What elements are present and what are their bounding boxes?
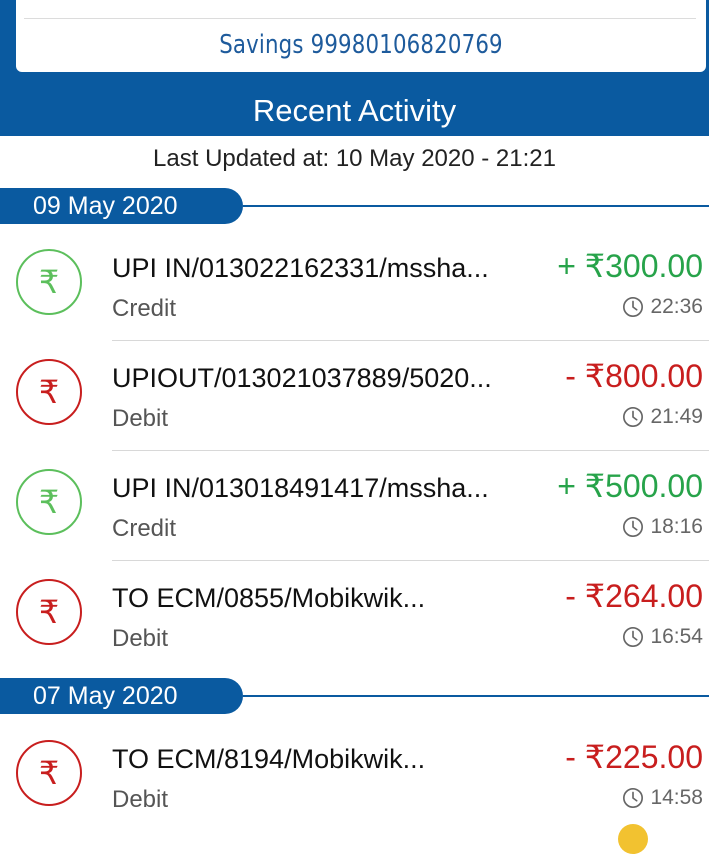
transaction-amount: - ₹225.00 <box>565 739 703 775</box>
transaction-amount: + ₹300.00 <box>557 248 703 284</box>
page-title: Recent Activity <box>252 93 457 128</box>
transaction-description: UPI IN/013018491417/mssha... <box>112 473 489 503</box>
transaction-amount: + ₹500.00 <box>557 468 703 504</box>
last-updated-text: Last Updated at: 10 May 2020 - 21:21 <box>153 145 556 172</box>
rupee-icon: ₹ <box>16 469 82 535</box>
coin-icon[interactable] <box>618 824 648 854</box>
transaction-amount: - ₹264.00 <box>565 578 703 614</box>
time-text: 18:16 <box>650 515 703 538</box>
date-label: 07 May 2020 <box>0 678 243 714</box>
transaction-time: 22:36 <box>622 295 703 319</box>
clock-icon <box>623 788 644 808</box>
transaction-description: TO ECM/0855/Mobikwik... <box>112 583 426 613</box>
transaction-row[interactable]: ₹ UPIOUT/013021037889/5020... Debit - ₹8… <box>0 341 709 451</box>
clock-icon <box>623 407 644 427</box>
transaction-type: Debit <box>112 786 169 813</box>
card-divider <box>24 18 696 19</box>
transaction-row[interactable]: ₹ UPI IN/013018491417/mssha... Credit + … <box>0 451 709 561</box>
transaction-row[interactable]: ₹ TO ECM/8194/Mobikwik... Debit - ₹225.0… <box>0 722 709 832</box>
transaction-description: UPI IN/013022162331/mssha... <box>112 253 489 283</box>
transaction-type: Credit <box>112 515 177 542</box>
time-text: 16:54 <box>650 625 703 648</box>
rupee-icon: ₹ <box>16 740 82 806</box>
transaction-time: 21:49 <box>622 405 703 429</box>
transaction-description: UPIOUT/013021037889/5020... <box>112 363 492 393</box>
transaction-row[interactable]: ₹ TO ECM/0855/Mobikwik... Debit - ₹264.0… <box>0 561 709 671</box>
transaction-type: Debit <box>112 405 169 432</box>
date-divider-line <box>243 205 709 207</box>
time-text: 21:49 <box>650 405 703 428</box>
date-divider-line <box>243 695 709 697</box>
rupee-icon: ₹ <box>16 249 82 315</box>
time-text: 14:58 <box>650 786 703 809</box>
date-header: 07 May 2020 <box>0 678 709 714</box>
rupee-icon: ₹ <box>16 579 82 645</box>
transaction-row[interactable]: ₹ UPI IN/013022162331/mssha... Credit + … <box>0 231 709 341</box>
clock-icon <box>623 297 644 317</box>
transaction-time: 14:58 <box>622 786 703 810</box>
clock-icon <box>623 627 644 647</box>
transaction-time: 18:16 <box>622 515 703 539</box>
date-label: 09 May 2020 <box>0 188 243 224</box>
transaction-description: TO ECM/8194/Mobikwik... <box>112 744 426 774</box>
transaction-type: Debit <box>112 625 169 652</box>
transaction-amount: - ₹800.00 <box>565 358 703 394</box>
account-label[interactable]: Savings 99980106820769 <box>78 30 644 60</box>
account-card[interactable]: Savings 99980106820769 <box>16 0 706 72</box>
transaction-time: 16:54 <box>622 625 703 649</box>
date-header: 09 May 2020 <box>0 188 709 224</box>
time-text: 22:36 <box>650 295 703 318</box>
clock-icon <box>623 517 644 537</box>
transaction-type: Credit <box>112 295 177 322</box>
rupee-icon: ₹ <box>16 359 82 425</box>
